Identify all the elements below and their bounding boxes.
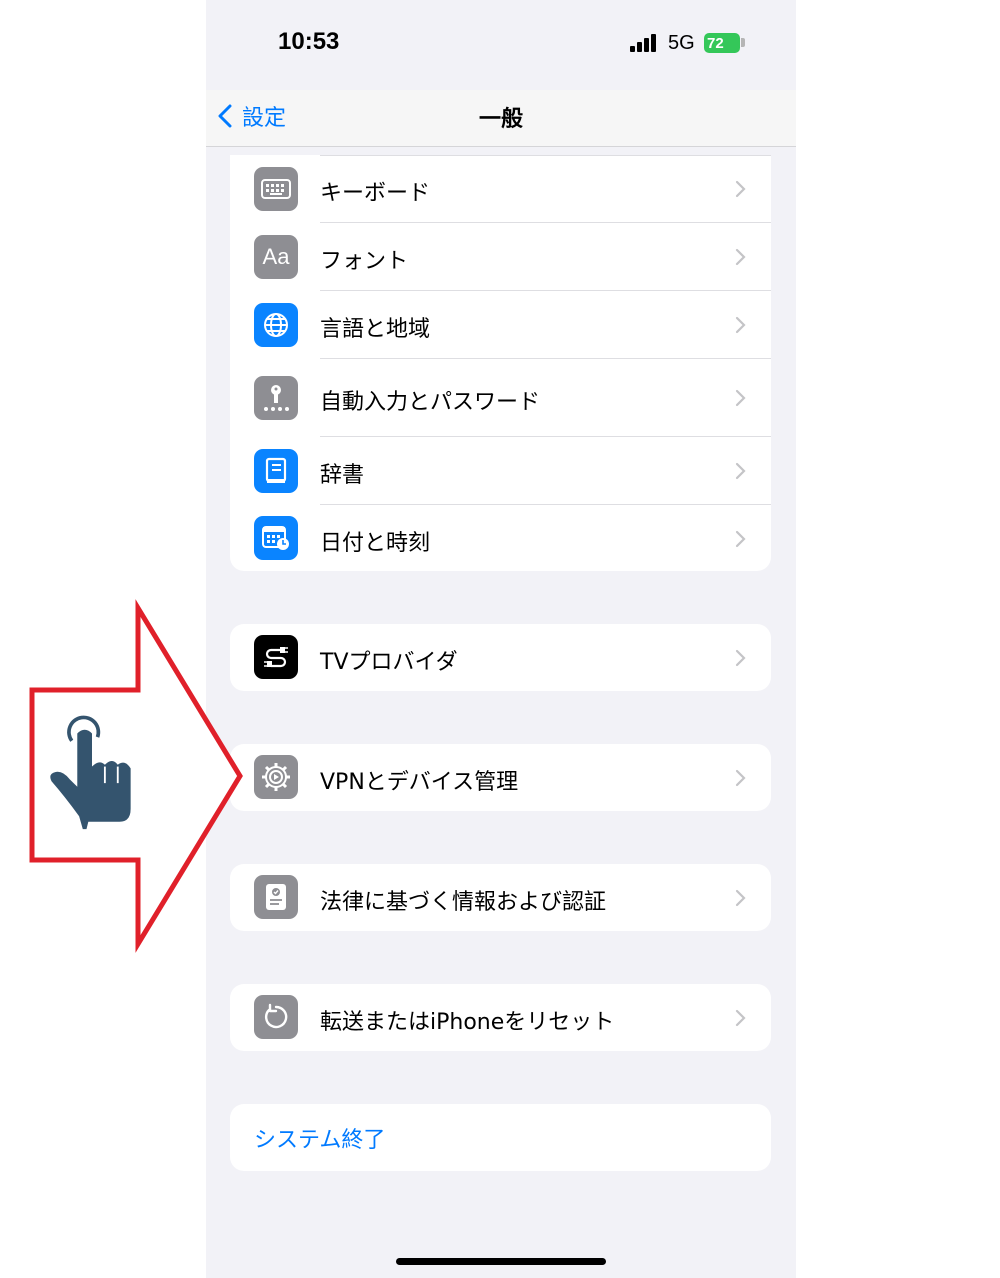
row-date-time[interactable]: 日付と時刻 [230, 505, 771, 571]
tap-hand-icon [50, 715, 131, 830]
chevron-right-icon [735, 530, 746, 548]
row-label: VPNとデバイス管理 [320, 770, 519, 795]
battery-level: 72 [707, 34, 724, 52]
settings-group-general: キーボード Aa フォント 言語と地域 自動入力とパスワード 辞書 日付と時刻 [230, 155, 771, 571]
chevron-right-icon [735, 316, 746, 334]
row-label: 法律に基づく情報および認証 [320, 890, 607, 915]
network-label: 5G [668, 32, 695, 54]
chevron-right-icon [735, 769, 746, 787]
globe-icon [254, 303, 298, 347]
row-label: フォント [320, 249, 409, 274]
back-button[interactable]: 設定 [218, 98, 286, 134]
settings-group-tv-provider: TVプロバイダ [230, 624, 771, 691]
shutdown-label: システム終了 [254, 1128, 386, 1153]
reset-icon [254, 995, 298, 1039]
chevron-right-icon [735, 889, 746, 907]
key-icon [254, 376, 298, 420]
row-label: キーボード [320, 181, 431, 206]
row-transfer-reset[interactable]: 転送またはiPhoneをリセット [230, 984, 771, 1051]
chevron-right-icon [735, 248, 746, 266]
font-icon: Aa [254, 235, 298, 279]
chevron-right-icon [735, 180, 746, 198]
calendar-clock-icon [254, 516, 298, 560]
page-title: 一般 [478, 107, 523, 132]
status-time: 10:53 [278, 28, 340, 55]
settings-group-legal: 法律に基づく情報および認証 [230, 864, 771, 931]
tv-provider-icon [254, 635, 298, 679]
chevron-right-icon [735, 649, 746, 667]
navigation-bar: 一般 設定 [206, 90, 796, 147]
row-tv-provider[interactable]: TVプロバイダ [230, 624, 771, 691]
row-label: 言語と地域 [320, 317, 431, 342]
settings-group-shutdown: システム終了 [230, 1104, 771, 1171]
chevron-left-icon [218, 104, 232, 128]
row-language-region[interactable]: 言語と地域 [230, 291, 771, 358]
home-indicator[interactable] [396, 1258, 606, 1265]
battery-icon: 72 [704, 33, 740, 53]
chevron-right-icon [735, 389, 746, 407]
chevron-right-icon [735, 462, 746, 480]
row-keyboard[interactable]: キーボード [230, 155, 771, 222]
row-label: 辞書 [320, 463, 365, 488]
battery-cap [741, 38, 745, 47]
keyboard-icon [254, 167, 298, 211]
row-label: 日付と時刻 [320, 531, 431, 556]
book-icon [254, 449, 298, 493]
status-bar: 10:53 5G 72 [206, 0, 796, 90]
back-label: 設定 [242, 106, 287, 131]
chevron-right-icon [735, 1009, 746, 1027]
certificate-icon [254, 875, 298, 919]
row-autofill-passwords[interactable]: 自動入力とパスワード [230, 359, 771, 436]
settings-group-vpn: VPNとデバイス管理 [230, 744, 771, 811]
row-legal-regulatory[interactable]: 法律に基づく情報および認証 [230, 864, 771, 931]
row-vpn-device-management[interactable]: VPNとデバイス管理 [230, 744, 771, 811]
row-font[interactable]: Aa フォント [230, 223, 771, 290]
font-icon-text: Aa [262, 244, 290, 269]
shutdown-button[interactable]: システム終了 [230, 1104, 771, 1171]
signal-icon [630, 34, 660, 52]
settings-group-reset: 転送またはiPhoneをリセット [230, 984, 771, 1051]
phone-screen: 10:53 5G 72 一般 設定 キーボード Aa フォント 言語と地域 自動… [206, 0, 796, 1278]
gear-icon [254, 755, 298, 799]
row-label: TVプロバイダ [320, 650, 458, 675]
row-label: 転送またはiPhoneをリセット [320, 1010, 615, 1035]
row-dictionary[interactable]: 辞書 [230, 437, 771, 504]
row-label: 自動入力とパスワード [320, 390, 541, 415]
